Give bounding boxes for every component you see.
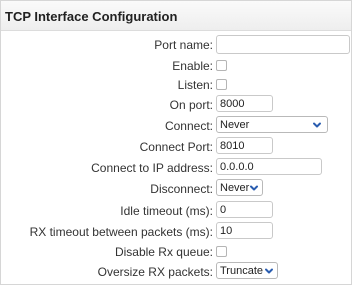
rx-timeout-label: RX timeout between packets (ms): xyxy=(29,225,213,239)
idle-timeout-input[interactable]: 0 xyxy=(216,201,273,218)
on-port-label: On port: xyxy=(169,98,213,112)
connect-port-input[interactable]: 8010 xyxy=(216,137,273,154)
idle-timeout-row: Idle timeout (ms): 0 xyxy=(1,201,352,221)
listen-row: Listen: xyxy=(1,75,352,95)
port-name-input[interactable] xyxy=(216,35,350,54)
rx-timeout-input[interactable]: 10 xyxy=(216,222,273,239)
connect-ip-label: Connect to IP address: xyxy=(91,161,213,175)
oversize-rx-select-value: Truncate xyxy=(220,265,264,277)
oversize-rx-label: Oversize RX packets: xyxy=(97,265,213,279)
panel-title: TCP Interface Configuration xyxy=(1,1,351,31)
connect-label: Connect: xyxy=(164,119,213,133)
connect-select[interactable]: Never xyxy=(216,116,328,133)
chevron-down-icon xyxy=(265,268,273,274)
chevron-down-icon xyxy=(250,185,258,191)
disconnect-row: Disconnect: Never xyxy=(1,179,352,199)
connect-port-row: Connect Port: 8010 xyxy=(1,137,352,157)
disable-rx-queue-row: Disable Rx queue: xyxy=(1,242,352,262)
connect-ip-row: Connect to IP address: 0.0.0.0 xyxy=(1,158,352,178)
idle-timeout-label: Idle timeout (ms): xyxy=(120,204,213,218)
enable-row: Enable: xyxy=(1,56,352,76)
chevron-down-icon xyxy=(313,122,321,128)
tcp-interface-config-panel: TCP Interface Configuration Port name: E… xyxy=(0,0,352,285)
rx-timeout-row: RX timeout between packets (ms): 10 xyxy=(1,222,352,242)
connect-select-value: Never xyxy=(220,119,250,131)
oversize-rx-select[interactable]: Truncate xyxy=(216,262,278,279)
connect-ip-input[interactable]: 0.0.0.0 xyxy=(216,158,322,175)
listen-checkbox[interactable] xyxy=(216,79,227,90)
disconnect-select[interactable]: Never xyxy=(216,179,263,196)
connect-row: Connect: Never xyxy=(1,116,352,136)
connect-port-label: Connect Port: xyxy=(139,140,213,154)
disable-rx-queue-label: Disable Rx queue: xyxy=(114,245,213,259)
disable-rx-queue-checkbox[interactable] xyxy=(216,246,227,257)
enable-checkbox[interactable] xyxy=(216,60,227,71)
disconnect-label: Disconnect: xyxy=(150,182,213,196)
port-name-row: Port name: xyxy=(1,35,352,55)
on-port-input[interactable]: 8000 xyxy=(216,95,273,112)
on-port-row: On port: 8000 xyxy=(1,95,352,115)
port-name-label: Port name: xyxy=(154,38,213,52)
enable-label: Enable: xyxy=(172,59,213,73)
listen-label: Listen: xyxy=(177,78,213,92)
oversize-rx-row: Oversize RX packets: Truncate xyxy=(1,262,352,282)
disconnect-select-value: Never xyxy=(220,182,250,194)
